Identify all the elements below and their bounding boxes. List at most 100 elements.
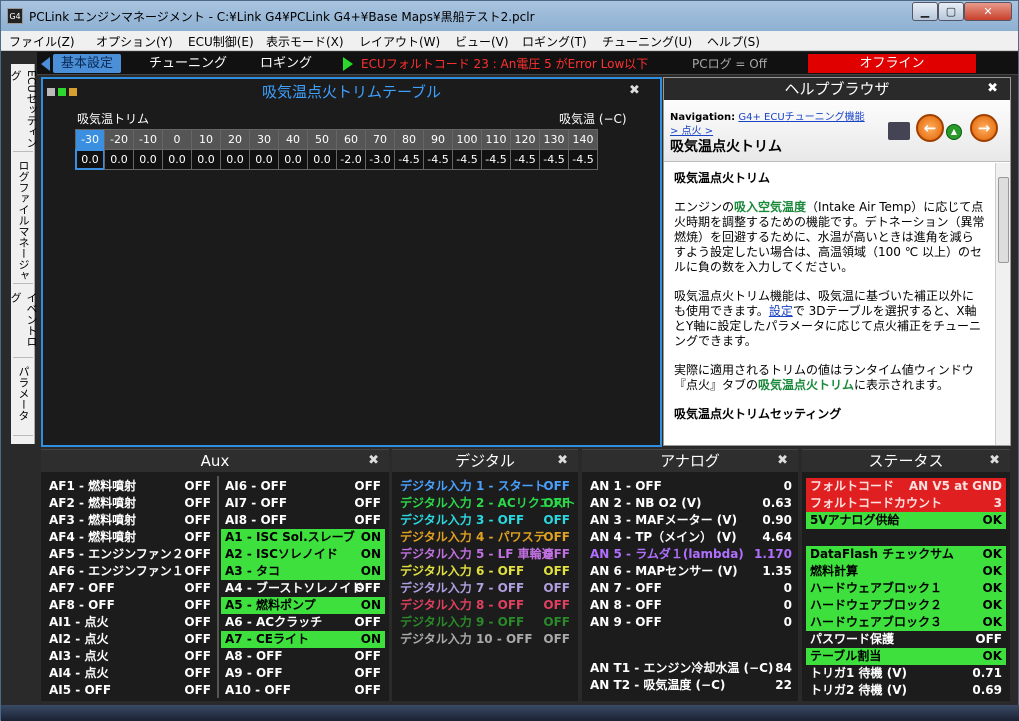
table-header-cell[interactable]: 30 [249, 129, 279, 150]
table-header-cell[interactable]: -30 [75, 129, 105, 150]
menu-view[interactable]: ビュー(V) [455, 33, 509, 50]
help-close-icon[interactable]: ✖ [987, 78, 998, 100]
menu-layout[interactable]: レイアウト(W) [359, 33, 440, 50]
digital-close-icon[interactable]: ✖ [557, 450, 568, 472]
row-label: AF2 - 燃料噴射 [49, 496, 137, 510]
menu-logging[interactable]: ロギング(T) [522, 33, 587, 50]
help-title: ヘルプブラウザ ✖ [664, 78, 1010, 100]
tab-tuning[interactable]: チューニング [141, 54, 235, 73]
table-value-cell[interactable]: -4.5 [452, 149, 482, 170]
side-tab-log-file-manager[interactable]: ログファイルマネージャ [13, 156, 33, 284]
status-close-icon[interactable]: ✖ [989, 450, 1000, 472]
menu-tuning[interactable]: チューニング(U) [602, 33, 692, 50]
table-value-cell[interactable]: -4.5 [539, 149, 569, 170]
table-value-cell[interactable]: 0.0 [75, 149, 105, 170]
row-value: OFF [184, 598, 211, 612]
table-value-cell[interactable]: 0.0 [133, 149, 163, 170]
table-value-cell[interactable]: 0.0 [307, 149, 337, 170]
table-header-cell[interactable]: 120 [510, 129, 540, 150]
table-header-cell[interactable]: 130 [539, 129, 569, 150]
title-bar[interactable]: G4 PCLink エンジンマネージメント - C:¥Link G4¥PCLin… [1, 1, 1018, 31]
nav-forward-icon[interactable]: → [970, 114, 998, 142]
menu-ecu-control[interactable]: ECU制御(E) [188, 33, 254, 50]
printer-icon[interactable] [888, 122, 910, 140]
back-arrow-icon[interactable] [41, 57, 50, 71]
status-row: AI7 - OFF OFF [221, 495, 385, 512]
table-header-cell[interactable]: 0 [162, 129, 192, 150]
table-value-cell[interactable]: 0.0 [278, 149, 308, 170]
menu-view-mode[interactable]: 表示モード(X) [266, 33, 344, 50]
side-tab-ecu-settings[interactable]: ECUセッティング [9, 66, 38, 152]
status-row: A6 - ACクラッチ OFF [221, 614, 385, 631]
table-value-cell[interactable]: -4.5 [423, 149, 453, 170]
table-value-cell[interactable]: -4.5 [568, 149, 598, 170]
analog-close-icon[interactable]: ✖ [777, 450, 788, 472]
maximize-button[interactable]: ▢ [938, 2, 964, 21]
table-value-cell[interactable]: -3.0 [365, 149, 395, 170]
menu-bar: ファイル(Z) オプション(Y) ECU制御(E) 表示モード(X) レイアウト… [1, 31, 1018, 51]
row-value: OFF [354, 649, 381, 663]
table-value-cell[interactable]: -4.5 [481, 149, 511, 170]
table-header-cell[interactable]: 90 [423, 129, 453, 150]
tab-basic-settings[interactable]: 基本設定 [53, 54, 122, 73]
table-header-cell[interactable]: 60 [336, 129, 366, 150]
help-heading: 吸気温点火トリム [674, 171, 771, 185]
row-label: A3 - タコ [225, 564, 280, 578]
table-header-cell[interactable]: 140 [568, 129, 598, 150]
minimize-button[interactable]: ▁ [912, 2, 938, 21]
settings-link[interactable]: 設定 [769, 304, 793, 318]
table-header-cell[interactable]: 40 [278, 129, 308, 150]
table-value-cell[interactable]: -4.5 [510, 149, 540, 170]
table-value-cell[interactable]: -4.5 [394, 149, 424, 170]
row-label: デジタル入力 4 - パワステ [400, 530, 546, 544]
nav-back-icon[interactable]: ← [916, 114, 944, 142]
row-value: OFF [543, 479, 570, 493]
table-value-cell[interactable]: 0.0 [162, 149, 192, 170]
help-browser: ヘルプブラウザ ✖ Navigation: G4+ ECUチューニング機能 > 点… [663, 77, 1011, 446]
close-button[interactable]: ✕ [964, 2, 1012, 21]
table-value-cell[interactable]: 0.0 [220, 149, 250, 170]
help-scrollbar[interactable] [995, 163, 1010, 445]
table-header-cell[interactable]: 50 [307, 129, 337, 150]
table-header-cell[interactable]: 100 [452, 129, 482, 150]
row-label: A7 - CEライト [225, 632, 309, 646]
menu-file[interactable]: ファイル(Z) [9, 33, 75, 50]
table-header-cell[interactable]: 80 [394, 129, 424, 150]
table-header-cell[interactable]: 110 [481, 129, 511, 150]
menu-options[interactable]: オプション(Y) [96, 33, 173, 50]
table-value-cell[interactable]: -2.0 [336, 149, 366, 170]
help-navigation: Navigation: G4+ ECUチューニング機能 > 点火 > 吸気温点火… [664, 100, 1010, 162]
scroll-thumb[interactable] [998, 177, 1009, 263]
side-tab-event-log[interactable]: イベントログ [9, 288, 38, 358]
status-row: デジタル入力 9 - OFF OFF [396, 614, 574, 631]
row-value: OFF [184, 683, 211, 697]
nav-up-icon[interactable]: ▲ [946, 124, 962, 140]
panel-title: 吸気温点火トリムテーブル [261, 83, 442, 101]
table-header-cell[interactable]: -10 [133, 129, 163, 150]
offline-status[interactable]: オフライン [808, 54, 976, 73]
row-value: OFF [184, 581, 211, 595]
window-title: PCLink エンジンマネージメント - C:¥Link G4¥PCLink G… [29, 10, 535, 24]
row-value: 0 [783, 598, 792, 612]
tab-logging[interactable]: ロギング [252, 54, 320, 73]
table-header-cell[interactable]: 10 [191, 129, 221, 150]
side-tab-parameters[interactable]: パラメータ [13, 362, 33, 436]
toolbar: 基本設定 チューニング ロギング ECUフォルトコード 23 : An電圧 5 … [37, 52, 1018, 75]
row-value: OFF [543, 513, 570, 527]
nav-link[interactable]: G4+ ECUチューニング機能 [738, 112, 864, 123]
table-header-cell[interactable]: -20 [104, 129, 134, 150]
panel-close-icon[interactable]: ✖ [629, 83, 640, 98]
table-header-cell[interactable]: 20 [220, 129, 250, 150]
nav-breadcrumb[interactable]: > 点火 > [670, 122, 713, 137]
table-value-cell[interactable]: 0.0 [104, 149, 134, 170]
row-label: AN 8 - OFF [590, 598, 662, 612]
row-value: ON [360, 598, 381, 612]
table-header-cell[interactable]: 70 [365, 129, 395, 150]
table-value-cell[interactable]: 0.0 [191, 149, 221, 170]
row-value: OFF [543, 632, 570, 646]
table-value-cell[interactable]: 0.0 [249, 149, 279, 170]
row-label: A10 - OFF [225, 683, 291, 697]
row-label: A4 - ブーストソレノイド [225, 581, 364, 595]
aux-close-icon[interactable]: ✖ [368, 450, 379, 472]
menu-help[interactable]: ヘルプ(S) [707, 33, 760, 50]
